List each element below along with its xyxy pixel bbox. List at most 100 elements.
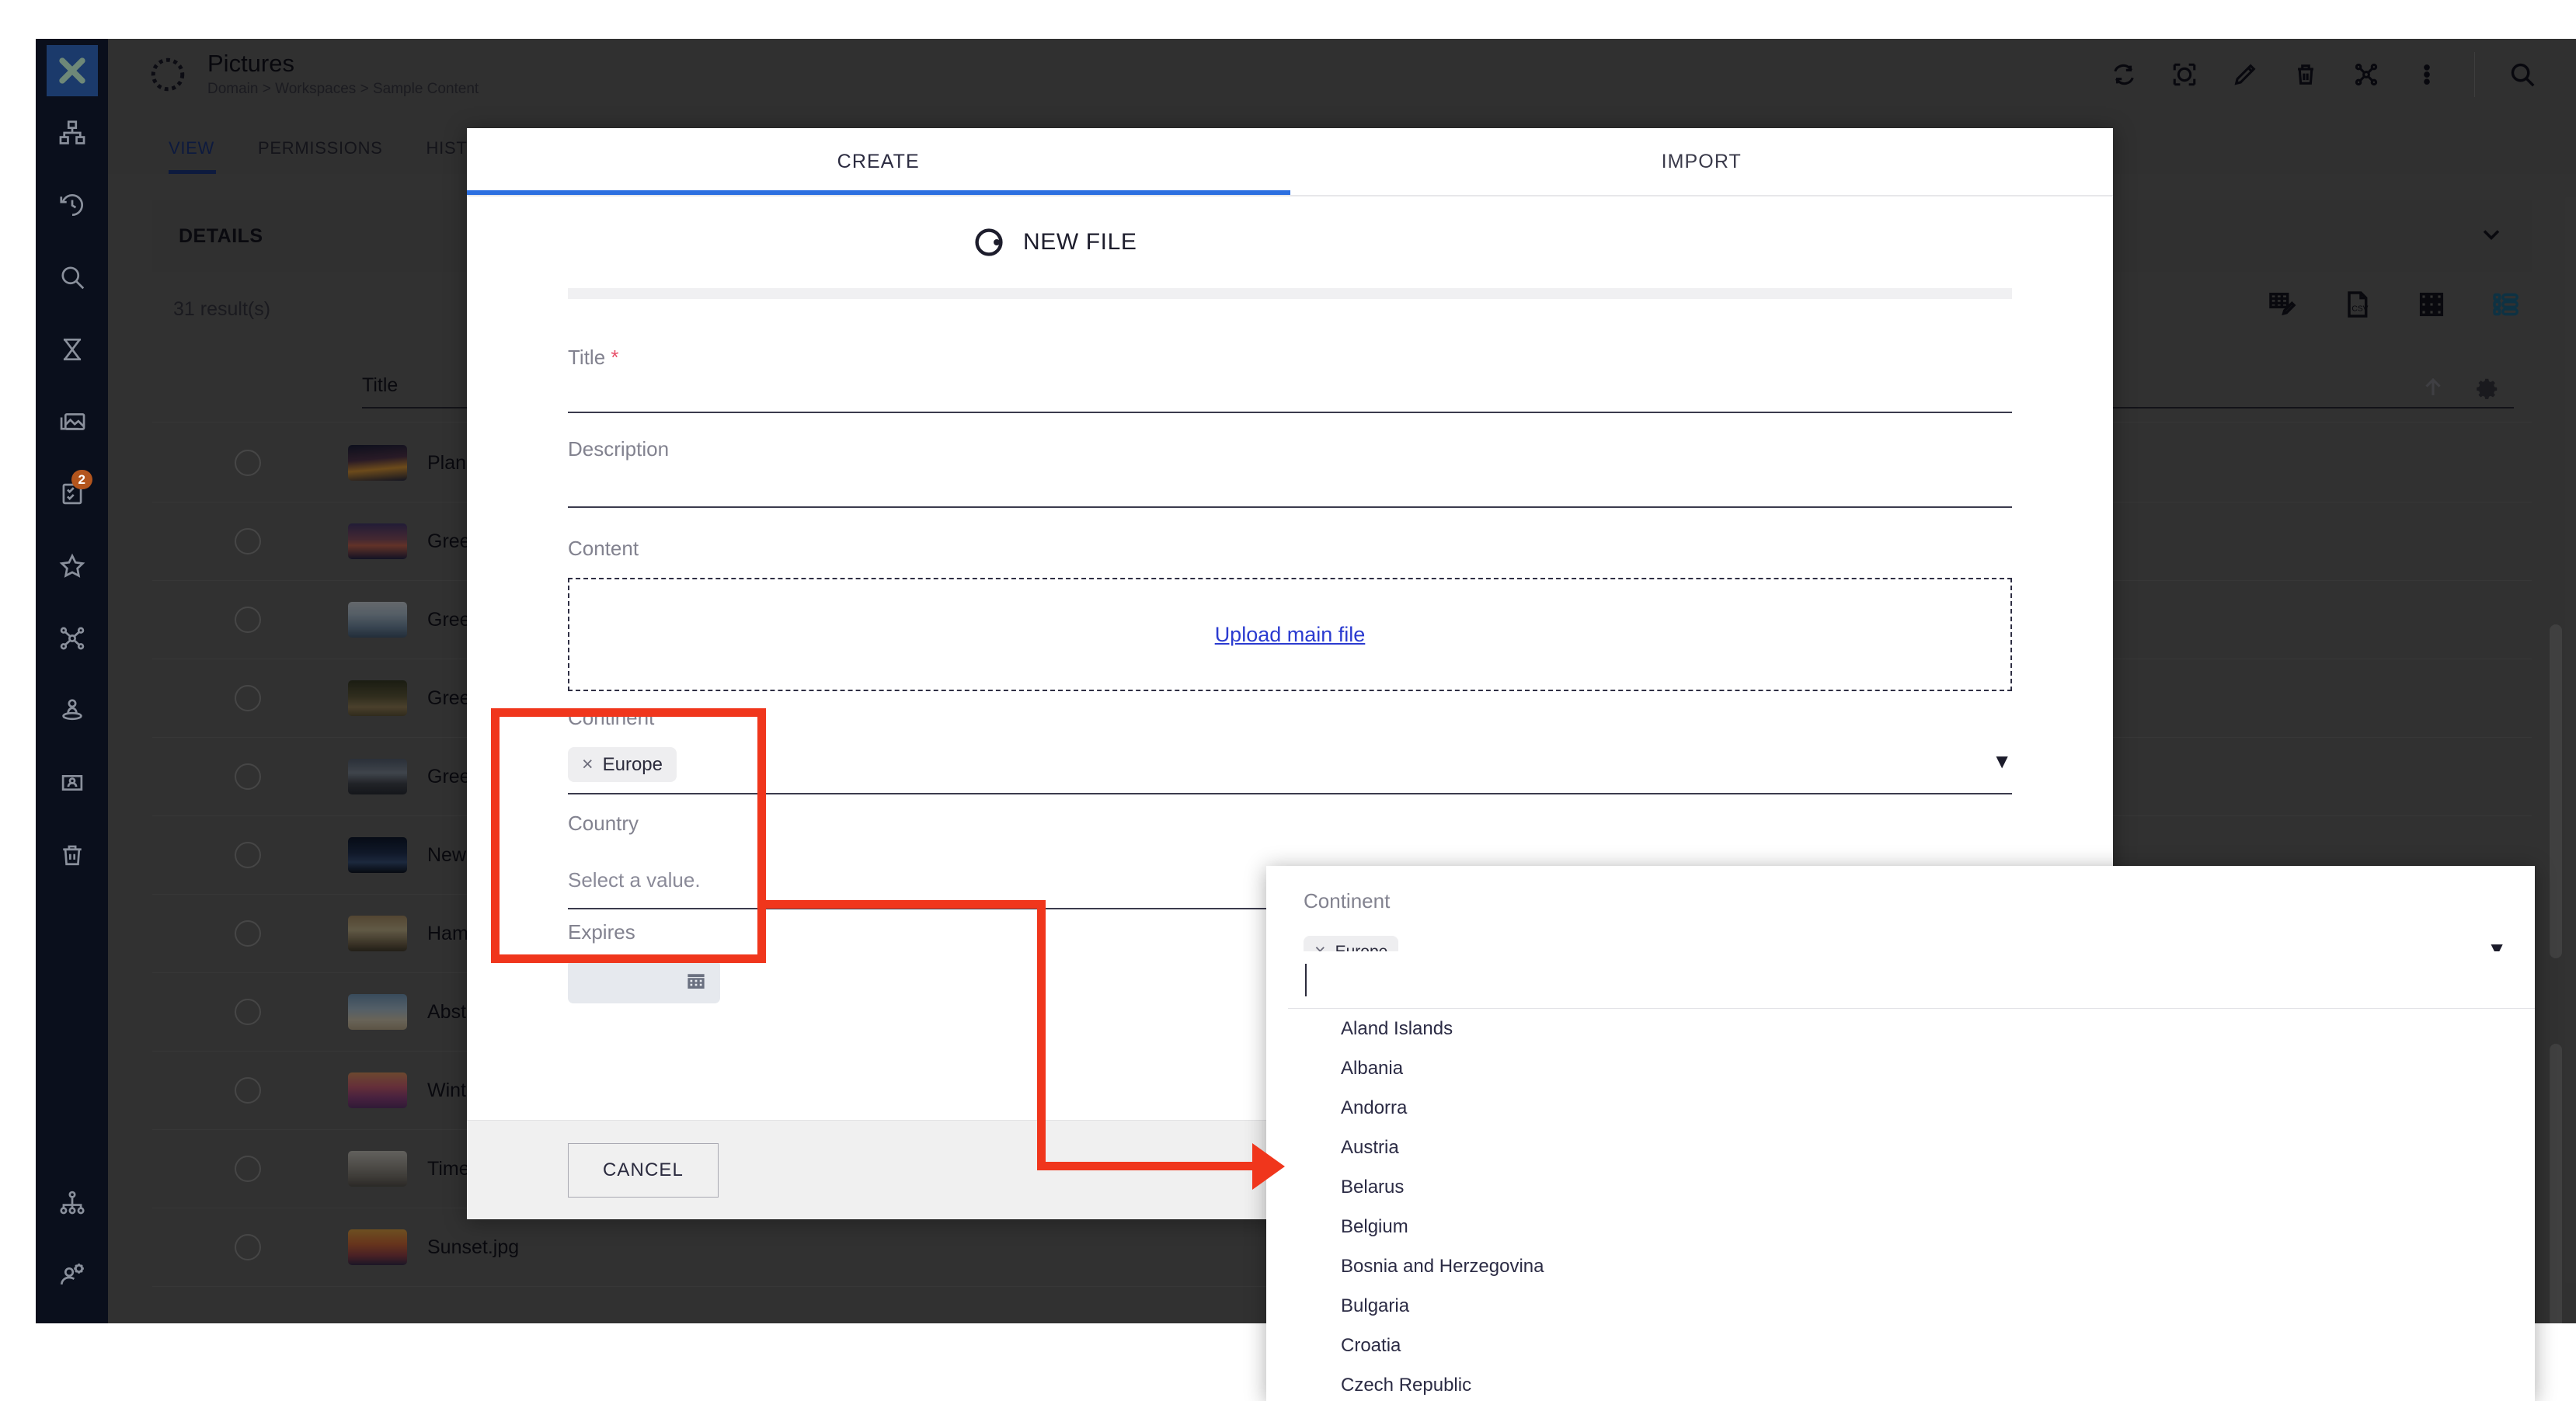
page-title: Pictures: [207, 49, 294, 77]
continent-chip[interactable]: × Europe: [568, 747, 677, 782]
sidebar-item-org-chart[interactable]: [36, 1166, 108, 1239]
column-header-title[interactable]: Title: [362, 374, 398, 397]
file-thumbnail: [348, 523, 407, 559]
file-thumbnail: [348, 916, 407, 951]
grid-view-icon[interactable]: [2416, 289, 2447, 324]
sidebar-item-gallery[interactable]: [36, 385, 108, 457]
country-dropdown-panel: Continent × Europe ▼ Aland Islands Alban…: [1266, 866, 2535, 1401]
file-thumbnail: [348, 680, 407, 716]
row-select-radio[interactable]: [235, 920, 261, 947]
more-vertical-icon[interactable]: [2397, 39, 2457, 110]
gear-icon[interactable]: [2471, 373, 2501, 406]
field-continent: Continent × Europe ▼: [568, 706, 2012, 812]
sidebar-item-hierarchy[interactable]: [36, 96, 108, 169]
calendar-icon[interactable]: [684, 969, 708, 996]
modal-tab-import[interactable]: IMPORT: [1290, 128, 2114, 195]
list-item[interactable]: Belgium: [1288, 1207, 2535, 1246]
description-input[interactable]: [568, 461, 2012, 506]
view-controls: CSV: [2267, 289, 2522, 324]
sidebar: 2: [36, 39, 108, 1323]
title-input[interactable]: [568, 370, 2012, 412]
sidebar-item-search[interactable]: [36, 241, 108, 313]
results-count: 31 result(s): [173, 298, 271, 320]
tab-view[interactable]: VIEW: [148, 138, 236, 174]
modal-heading: NEW FILE: [1023, 229, 1137, 255]
content-scrollbar[interactable]: [2550, 624, 2562, 958]
screen-root: Pictures Domain > Workspaces > Sample Co…: [0, 0, 2576, 1401]
row-select-radio[interactable]: [235, 450, 261, 476]
description-input-underline: [568, 506, 2012, 508]
modal-tab-create[interactable]: CREATE: [467, 128, 1290, 195]
list-item[interactable]: Albania: [1288, 1048, 2535, 1088]
content-scrollbar-lower[interactable]: [2550, 1044, 2562, 1323]
share-graph-icon[interactable]: [2336, 39, 2397, 110]
arrow-up-icon[interactable]: [2420, 374, 2446, 405]
text-cursor: [1305, 964, 1307, 996]
list-item[interactable]: Austria: [1288, 1128, 2535, 1167]
toolbar-divider: [2474, 52, 2475, 97]
field-content: Content Upload main file: [568, 537, 2012, 706]
sidebar-item-personal[interactable]: [36, 674, 108, 746]
chip-label: Europe: [602, 753, 663, 775]
row-select-radio[interactable]: [235, 1156, 261, 1182]
edit-pencil-icon[interactable]: [2215, 39, 2275, 110]
list-item[interactable]: Andorra: [1288, 1088, 2535, 1128]
list-item-belarus[interactable]: Belarus: [1288, 1167, 2535, 1207]
continent-input-underline: [568, 793, 2012, 794]
chevron-down-icon[interactable]: [2477, 221, 2505, 252]
refresh-icon[interactable]: [2094, 39, 2154, 110]
sidebar-item-trash[interactable]: [36, 819, 108, 891]
continent-chip-area[interactable]: × Europe: [568, 747, 2012, 782]
list-item[interactable]: Bosnia and Herzegovina: [1288, 1246, 2535, 1286]
tasks-badge: 2: [71, 470, 92, 490]
row-select-radio[interactable]: [235, 763, 261, 790]
tab-permissions[interactable]: PERMISSIONS: [236, 138, 405, 174]
row-select-radio[interactable]: [235, 842, 261, 868]
field-title: Title *: [568, 346, 2012, 437]
list-item[interactable]: Aland Islands: [1288, 1009, 2535, 1048]
expires-date-input[interactable]: [568, 960, 720, 1003]
list-view-icon[interactable]: [2491, 289, 2522, 324]
title-input-underline: [568, 412, 2012, 413]
modal-tabs: CREATE IMPORT: [467, 128, 2113, 195]
country-search-input[interactable]: [1288, 951, 2535, 1009]
dotted-circle-icon: [148, 55, 187, 94]
list-item[interactable]: Czech Republic: [1288, 1365, 2535, 1401]
x-logo[interactable]: [46, 45, 98, 96]
row-select-radio[interactable]: [235, 1077, 261, 1104]
sidebar-item-profile[interactable]: [36, 746, 108, 819]
header-toolbar: [2094, 39, 2576, 110]
file-name[interactable]: Sunset.jpg: [427, 1236, 519, 1259]
upload-main-file-link[interactable]: Upload main file: [1215, 623, 1366, 647]
sidebar-item-favorites[interactable]: [36, 530, 108, 602]
csv-export-icon[interactable]: CSV: [2341, 289, 2372, 324]
list-item[interactable]: Croatia: [1288, 1326, 2535, 1365]
row-select-radio[interactable]: [235, 528, 261, 554]
content-label: Content: [568, 537, 639, 560]
chevron-down-icon[interactable]: ▼: [1992, 749, 2012, 774]
dropdown-continent-label: Continent: [1304, 889, 1391, 913]
row-select-radio[interactable]: [235, 999, 261, 1025]
circle-dot-icon: [972, 225, 1006, 259]
country-label: Country: [568, 812, 639, 835]
sidebar-item-relations[interactable]: [36, 602, 108, 674]
sidebar-item-hourglass[interactable]: [36, 313, 108, 385]
trash-icon[interactable]: [2275, 39, 2336, 110]
preview-icon[interactable]: [2154, 39, 2215, 110]
row-select-radio[interactable]: [235, 685, 261, 711]
sidebar-item-tasks[interactable]: 2: [36, 457, 108, 530]
file-thumbnail: [348, 445, 407, 481]
row-select-radio[interactable]: [235, 1234, 261, 1260]
table-edit-icon[interactable]: [2267, 289, 2298, 324]
sidebar-item-admin[interactable]: [36, 1239, 108, 1311]
svg-text:CSV: CSV: [2351, 304, 2368, 313]
chip-remove-icon[interactable]: ×: [582, 753, 594, 776]
search-icon[interactable]: [2492, 39, 2553, 110]
list-item[interactable]: Bulgaria: [1288, 1286, 2535, 1326]
breadcrumb: Domain > Workspaces > Sample Content: [207, 81, 479, 98]
file-dropzone[interactable]: Upload main file: [568, 578, 2012, 691]
title-label-text: Title: [568, 346, 606, 369]
cancel-button[interactable]: CANCEL: [568, 1142, 719, 1198]
sidebar-item-history[interactable]: [36, 169, 108, 241]
row-select-radio[interactable]: [235, 607, 261, 633]
